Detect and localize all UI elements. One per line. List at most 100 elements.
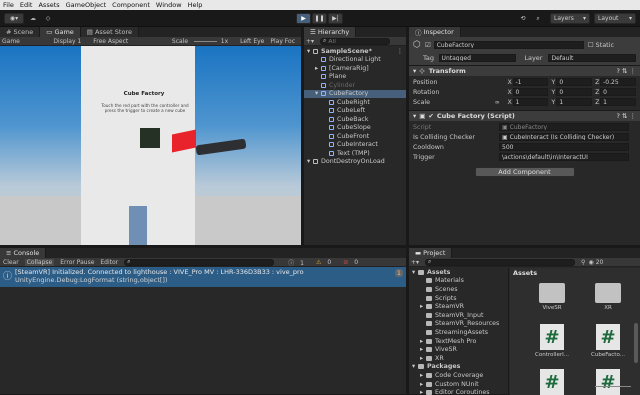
tab-project[interactable]: ▬ Project <box>409 248 453 258</box>
menu-window[interactable]: Window <box>156 1 182 9</box>
static-toggle[interactable]: ☐ <box>588 41 594 49</box>
clear-button[interactable]: Clear <box>3 259 19 266</box>
scale-slider[interactable] <box>194 40 217 42</box>
asset-folder[interactable]: XR <box>580 279 636 324</box>
asset-folder[interactable]: ViveSR <box>524 279 580 324</box>
display-mode-dropdown[interactable]: Game <box>2 38 47 45</box>
hierarchy-item[interactable]: ▾ SampleScene* ⋮ <box>304 47 406 56</box>
project-tree-item[interactable]: ▸ Custom NUnit <box>409 380 508 389</box>
menu-assets[interactable]: Assets <box>38 1 59 9</box>
script-enabled-checkbox[interactable]: ✔ <box>428 112 433 120</box>
project-tree-item[interactable]: ▾ Packages <box>409 363 508 372</box>
project-tree-item[interactable]: SteamVR_Input <box>409 311 508 320</box>
hierarchy-item[interactable]: CubeInteract <box>304 141 406 150</box>
display-dropdown[interactable]: Display 1 <box>53 38 81 45</box>
hierarchy-item[interactable]: CubeRight <box>304 98 406 107</box>
editor-dropdown[interactable]: Editor <box>100 259 118 266</box>
tag-dropdown[interactable]: Untagged <box>438 54 517 62</box>
hierarchy-search[interactable]: ⌕ All <box>320 37 391 45</box>
rotation-z[interactable]: 0 <box>600 88 636 96</box>
object-name-field[interactable]: CubeFactory <box>433 41 584 49</box>
hierarchy-item[interactable]: CubeSlope <box>304 124 406 133</box>
icon-size-slider[interactable] <box>595 386 631 387</box>
hierarchy-item[interactable]: ▾ CubeFactory <box>304 89 406 98</box>
hierarchy-item[interactable]: CubeLeft <box>304 107 406 116</box>
position-z[interactable]: -0.25 <box>600 78 636 86</box>
project-tree-item[interactable]: SteamVR_Resources <box>409 320 508 329</box>
hierarchy-item[interactable]: Text (TMP) <box>304 149 406 158</box>
add-icon[interactable]: +▾ <box>306 38 314 45</box>
layer-dropdown[interactable]: Default <box>548 54 637 62</box>
tab-hierarchy[interactable]: ☰ Hierarchy <box>304 27 357 37</box>
step-button[interactable]: ▶| <box>328 13 343 24</box>
project-tree-item[interactable]: Materials <box>409 277 508 286</box>
component-menu-icon[interactable]: ? ⇅ ⋮ <box>616 112 636 120</box>
project-tree-item[interactable]: ▾ Assets <box>409 268 508 277</box>
project-tree-item[interactable]: ▸ ViveSR <box>409 345 508 354</box>
rotation-x[interactable]: 0 <box>512 88 549 96</box>
project-tree-item[interactable]: Scripts <box>409 294 508 303</box>
cooldown-field[interactable]: 500 <box>499 143 629 151</box>
link-icon[interactable]: ∞ <box>495 99 508 106</box>
warning-count[interactable]: ⚠ 0 <box>316 259 337 266</box>
trigger-dropdown[interactable]: \actions\default\in\InteractUI <box>499 153 629 161</box>
menu-file[interactable]: File <box>3 1 14 9</box>
asset-script[interactable]: # CubeFacto... <box>580 324 636 369</box>
menu-component[interactable]: Component <box>112 1 150 9</box>
tab-asset-store[interactable]: ▤ Asset Store <box>80 27 139 37</box>
hierarchy-item[interactable]: CubeBack <box>304 115 406 124</box>
add-component-button[interactable]: Add Component <box>474 167 575 177</box>
menu-gameobject[interactable]: GameObject <box>66 1 107 9</box>
position-x[interactable]: -1 <box>512 78 549 86</box>
hierarchy-item[interactable]: Plane <box>304 73 406 82</box>
active-checkbox[interactable]: ☑ <box>425 41 431 49</box>
more-icon[interactable]: ⋮ <box>397 48 403 55</box>
menu-edit[interactable]: Edit <box>20 1 33 9</box>
aspect-dropdown[interactable]: Free Aspect <box>93 38 166 45</box>
tab-scene[interactable]: # Scene <box>0 27 41 37</box>
asset-script[interactable]: # ControllerI... <box>524 324 580 369</box>
info-count[interactable]: ⓘ 1 <box>288 258 310 267</box>
scale-z[interactable]: 1 <box>600 98 636 106</box>
console-message[interactable]: ⓘ [SteamVR] Initialized. Connected to li… <box>0 267 406 287</box>
play-focused-toggle[interactable]: Play Foc <box>270 38 295 45</box>
project-tree-item[interactable]: ▸ XR <box>409 354 508 363</box>
scale-y[interactable]: 1 <box>556 98 593 106</box>
error-count[interactable]: ⊘ 0 <box>343 259 364 266</box>
console-search[interactable]: ⌕ <box>124 258 275 266</box>
game-viewport[interactable]: Cube Factory Touch the red part with the… <box>0 46 301 245</box>
search-button[interactable]: ⌕ <box>532 13 544 24</box>
layers-dropdown[interactable]: Layers ▾ <box>550 13 590 24</box>
component-menu-icon[interactable]: ? ⇅ ⋮ <box>616 67 636 75</box>
cloud-button[interactable]: ☁ <box>27 13 39 24</box>
asset-script[interactable]: # <box>524 369 580 395</box>
tab-inspector[interactable]: ⓘ Inspector <box>409 27 461 37</box>
error-pause-button[interactable]: Error Pause <box>60 259 94 266</box>
hierarchy-item[interactable]: Cylinder <box>304 81 406 90</box>
transform-header[interactable]: ▾ ⊹ Transform ? ⇅ ⋮ <box>409 65 640 76</box>
hierarchy-item[interactable]: CubeFront <box>304 132 406 141</box>
add-icon[interactable]: +▾ <box>411 259 419 266</box>
eye-icon[interactable]: ◉ <box>588 259 593 266</box>
project-search[interactable]: ⌕ <box>425 258 576 266</box>
play-button[interactable]: ▶ <box>296 13 311 24</box>
tab-console[interactable]: ≡ Console <box>0 248 47 258</box>
account-button[interactable]: ◉▾ <box>4 13 24 24</box>
layout-dropdown[interactable]: Layout ▾ <box>594 13 636 24</box>
project-tree-item[interactable]: ▸ Code Coverage <box>409 371 508 380</box>
hierarchy-item[interactable]: ▸ [CameraRig] <box>304 64 406 73</box>
project-tree-item[interactable]: Scenes <box>409 285 508 294</box>
script-header[interactable]: ▾ ▣ ✔ Cube Factory (Script) ? ⇅ ⋮ <box>409 110 640 121</box>
collapse-button[interactable]: Collapse <box>24 258 55 266</box>
menu-help[interactable]: Help <box>188 1 203 9</box>
filter-icon[interactable]: ⚲ <box>581 259 585 266</box>
project-tree-item[interactable]: ▸ SteamVR <box>409 302 508 311</box>
assets-scrollbar[interactable] <box>634 323 638 363</box>
asset-script[interactable]: # <box>580 369 636 395</box>
hierarchy-item[interactable]: Directional Light <box>304 56 406 65</box>
eye-dropdown[interactable]: Left Eye <box>240 38 264 45</box>
rotation-y[interactable]: 0 <box>556 88 593 96</box>
history-button[interactable]: ⟲ <box>517 13 529 24</box>
tab-game[interactable]: ▭ Game <box>40 27 81 37</box>
scale-x[interactable]: 1 <box>512 98 549 106</box>
